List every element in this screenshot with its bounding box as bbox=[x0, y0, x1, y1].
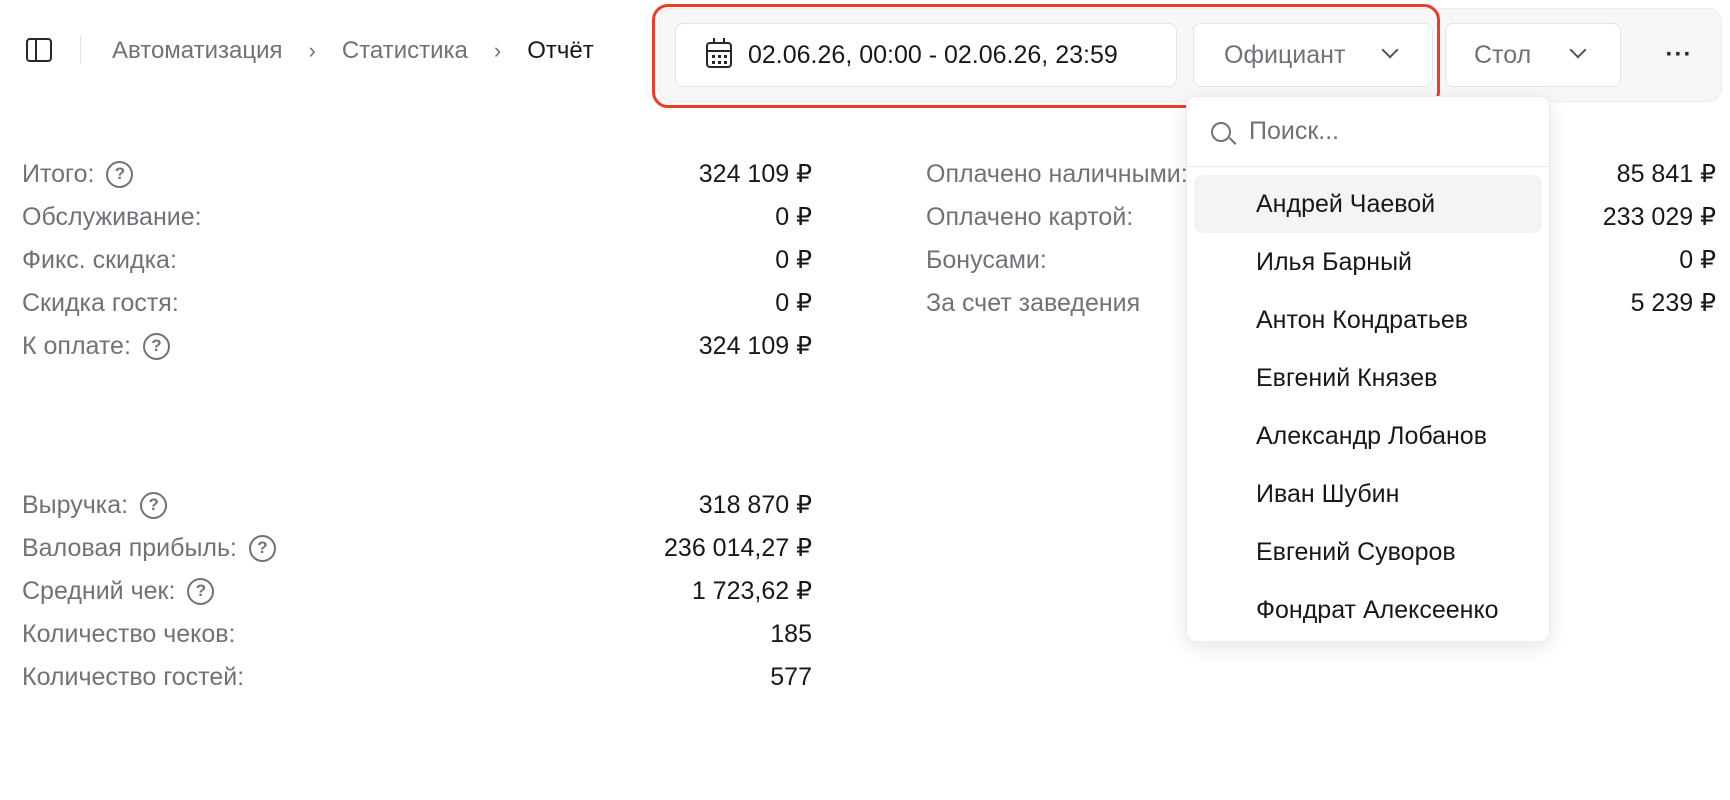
stat-value: 1 723,62 ₽ bbox=[691, 577, 812, 605]
help-icon[interactable]: ? bbox=[249, 534, 276, 562]
calendar-icon bbox=[706, 38, 732, 68]
stat-label: Обслуживание: bbox=[22, 202, 202, 231]
stat-label: Фикс. скидка: bbox=[22, 245, 177, 274]
waiter-option[interactable]: Иван Шубин bbox=[1194, 465, 1542, 523]
stat-value: 233 029 ₽ bbox=[1602, 203, 1716, 231]
waiter-select[interactable]: Официант bbox=[1193, 23, 1433, 87]
help-icon[interactable]: ? bbox=[142, 332, 170, 360]
waiter-option[interactable]: Евгений Князев bbox=[1194, 349, 1542, 407]
help-icon[interactable]: ? bbox=[106, 160, 134, 188]
stat-label: Количество гостей: bbox=[22, 662, 245, 691]
stat-gross-profit: Валовая прибыль:? 236 014,27 ₽ bbox=[22, 532, 812, 564]
search-input[interactable] bbox=[1249, 117, 1509, 146]
waiter-option[interactable]: Илья Барный bbox=[1194, 233, 1542, 291]
table-select-label: Стол bbox=[1474, 40, 1532, 69]
search-icon bbox=[1211, 121, 1231, 142]
chevron-down-icon bbox=[1381, 41, 1399, 59]
stat-value: 318 870 ₽ bbox=[698, 491, 812, 519]
stat-label: Скидка гостя: bbox=[22, 288, 179, 317]
waiter-select-label: Официант bbox=[1224, 40, 1346, 69]
stat-label: Количество чеков: bbox=[22, 619, 236, 648]
breadcrumb: Автоматизация › Статистика › Отчёт bbox=[112, 36, 594, 66]
waiter-option[interactable]: Антон Кондратьев bbox=[1194, 291, 1542, 349]
stat-value: 324 109 ₽ bbox=[698, 160, 812, 188]
help-icon[interactable]: ? bbox=[140, 491, 168, 519]
chevron-down-icon bbox=[1569, 41, 1587, 59]
dropdown-search bbox=[1187, 97, 1549, 167]
stat-label: Средний чек: bbox=[22, 576, 176, 605]
stat-service: Обслуживание: 0 ₽ bbox=[22, 201, 812, 233]
table-select[interactable]: Стол bbox=[1445, 23, 1621, 87]
stat-value: 0 ₽ bbox=[775, 289, 812, 317]
stat-value: 236 014,27 ₽ bbox=[664, 534, 812, 562]
stat-label: Оплачено наличными: bbox=[926, 159, 1188, 188]
date-range-picker[interactable]: 02.06.26, 00:00 - 02.06.26, 23:59 bbox=[675, 23, 1177, 87]
sidebar-toggle-icon[interactable] bbox=[26, 38, 52, 62]
stat-label: Бонусами: bbox=[926, 245, 1047, 274]
header-divider bbox=[80, 36, 81, 64]
stat-value: 577 bbox=[770, 662, 812, 691]
stat-label: Итого: bbox=[22, 159, 95, 188]
stat-total: Итого:? 324 109 ₽ bbox=[22, 158, 812, 190]
stat-label: К оплате: bbox=[22, 331, 131, 360]
stat-label: За счет заведения bbox=[926, 288, 1141, 317]
stat-value: 85 841 ₽ bbox=[1616, 160, 1716, 188]
stat-value: 0 ₽ bbox=[775, 203, 812, 231]
stat-average-check: Средний чек:? 1 723,62 ₽ bbox=[22, 575, 812, 607]
chevron-right-icon: › bbox=[308, 38, 316, 63]
date-range-text: 02.06.26, 00:00 - 02.06.26, 23:59 bbox=[748, 40, 1118, 69]
help-icon[interactable]: ? bbox=[187, 577, 215, 605]
stat-label: Оплачено картой: bbox=[926, 202, 1134, 231]
stat-guest-discount: Скидка гостя: 0 ₽ bbox=[22, 287, 812, 319]
waiter-option[interactable]: Евгений Суворов bbox=[1194, 523, 1542, 581]
breadcrumb-automation[interactable]: Автоматизация bbox=[112, 37, 283, 65]
waiter-option[interactable]: Андрей Чаевой bbox=[1194, 175, 1542, 233]
waiter-dropdown: Андрей Чаевой Илья Барный Антон Кондрать… bbox=[1186, 96, 1550, 642]
more-options-icon[interactable]: ··· bbox=[1655, 37, 1703, 73]
stat-checks-count: Количество чеков: 185 bbox=[22, 618, 812, 650]
stat-value: 324 109 ₽ bbox=[698, 332, 812, 360]
waiter-list: Андрей Чаевой Илья Барный Антон Кондрать… bbox=[1187, 167, 1549, 639]
stat-to-pay: К оплате:? 324 109 ₽ bbox=[22, 330, 812, 362]
waiter-option[interactable]: Александр Лобанов bbox=[1194, 407, 1542, 465]
breadcrumb-report: Отчёт bbox=[527, 37, 594, 64]
stat-label: Выручка: bbox=[22, 490, 129, 519]
filter-bar: 02.06.26, 00:00 - 02.06.26, 23:59 Официа… bbox=[658, 8, 1722, 102]
breadcrumb-statistics[interactable]: Статистика bbox=[342, 37, 468, 65]
stat-value: 0 ₽ bbox=[775, 246, 812, 274]
stat-value: 185 bbox=[770, 619, 812, 648]
stat-revenue: Выручка:? 318 870 ₽ bbox=[22, 489, 812, 521]
stat-value: 5 239 ₽ bbox=[1630, 289, 1716, 317]
waiter-option[interactable]: Фондрат Алексеенко bbox=[1194, 581, 1542, 639]
stat-label: Валовая прибыль: bbox=[22, 533, 237, 562]
stat-guests-count: Количество гостей: 577 bbox=[22, 661, 812, 693]
chevron-right-icon: › bbox=[493, 38, 502, 63]
stat-fixed-discount: Фикс. скидка: 0 ₽ bbox=[22, 244, 812, 276]
stat-value: 0 ₽ bbox=[1679, 246, 1716, 274]
